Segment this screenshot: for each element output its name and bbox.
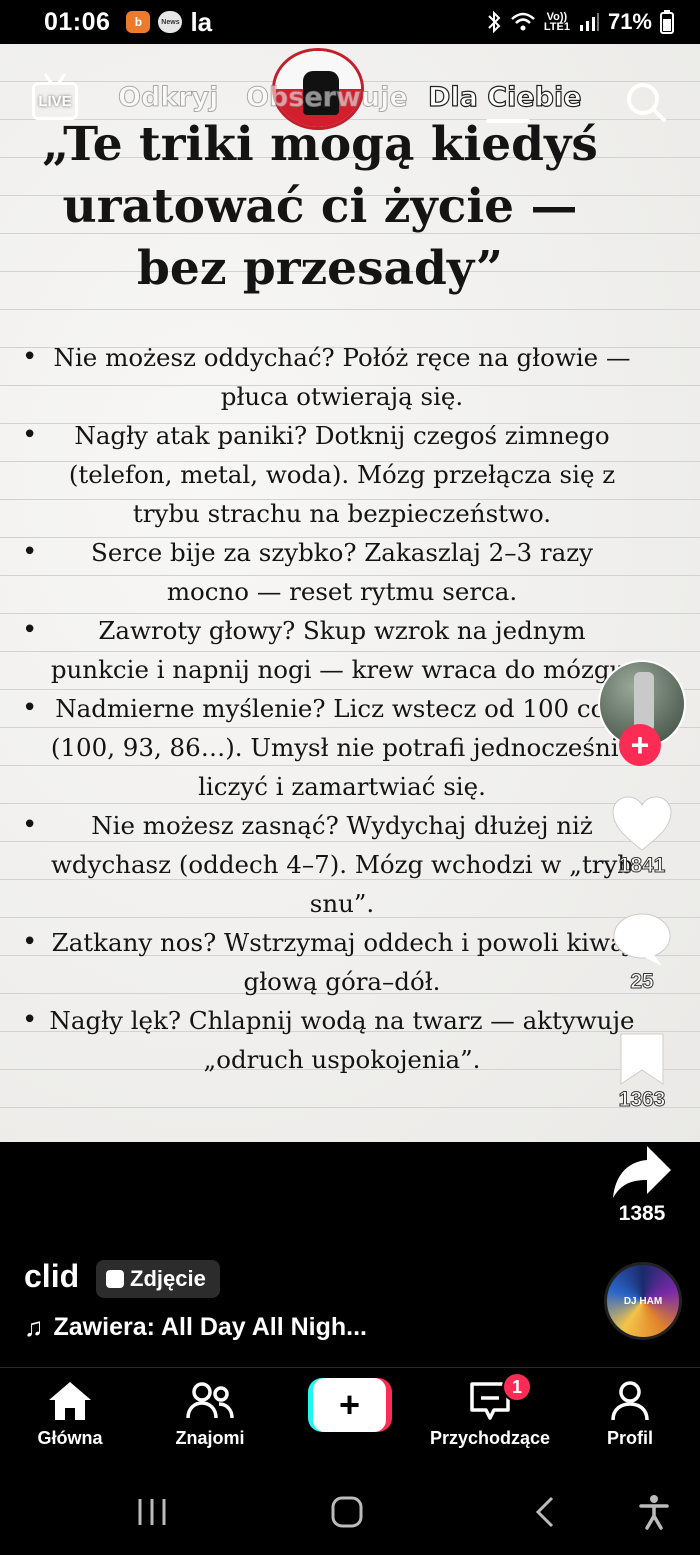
tip-item: Nagły lęk? Chlapnij wodą na twarz — akty…	[16, 1001, 636, 1079]
battery-percent: 71%	[607, 9, 652, 34]
tip-item: Nagły atak paniki? Dotknij czegoś zimneg…	[16, 416, 636, 533]
back-button[interactable]	[514, 1490, 574, 1534]
tip-item: Serce bije za szybko? Zakaszlaj 2–3 razy…	[16, 533, 636, 611]
photo-type-label: Zdjęcie	[130, 1266, 206, 1291]
save-button[interactable]: 1363	[596, 1032, 688, 1112]
tab-dla-ciebie[interactable]: Dla Ciebie	[427, 81, 582, 123]
profile-icon	[611, 1381, 649, 1421]
app-notification-icon: b	[126, 11, 151, 33]
feed-top-nav: LIVE Odkryj Obserwuje Dla Ciebie	[0, 78, 700, 124]
tip-item: Nie możesz zasnąć? Wydychaj dłużej niż w…	[16, 806, 636, 923]
tips-list: Nie możesz oddychać? Połóż ręce na głowi…	[16, 338, 636, 1079]
back-chevron-icon	[535, 1496, 554, 1528]
tip-item: Zawroty głowy? Skup wzrok na jednym punk…	[16, 611, 636, 689]
music-disc[interactable]: DJ HAM	[604, 1262, 682, 1340]
nav-profile-label: Profil	[606, 1428, 653, 1448]
search-icon[interactable]	[624, 80, 668, 124]
comment-icon	[613, 913, 671, 966]
recent-apps-icon	[138, 1499, 166, 1525]
share-count: 1385	[618, 1202, 666, 1225]
heart-icon	[612, 796, 672, 851]
system-status: Vo)) LTE1 71%	[486, 9, 674, 35]
music-disc-label: DJ HAM	[623, 1295, 663, 1307]
wifi-icon	[511, 12, 535, 31]
friends-icon	[186, 1382, 234, 1419]
signal-icon	[579, 13, 599, 31]
battery-icon	[660, 10, 674, 34]
tip-item: Nie możesz oddychać? Połóż ręce na głowi…	[16, 338, 636, 416]
clock: 01:06	[44, 7, 111, 36]
system-nav-bar	[0, 1468, 700, 1555]
share-button[interactable]: 1385	[596, 1144, 688, 1226]
tip-item: Nadmierne myślenie? Licz wstecz od 100 c…	[16, 689, 636, 806]
home-icon	[49, 1382, 91, 1420]
live-button[interactable]: LIVE	[32, 82, 78, 120]
follow-button[interactable]: +	[619, 724, 661, 766]
bottom-nav: Główna Znajomi + Przychodzące 1 Profil	[0, 1368, 700, 1468]
post-image[interactable]: „Te triki mogą kiedyś uratować ci życie …	[0, 44, 700, 1142]
save-count: 1363	[618, 1088, 666, 1112]
create-button[interactable]: +	[308, 1378, 392, 1432]
tip-item: Zatkany nos? Wstrzymaj oddech i powoli k…	[16, 923, 636, 1001]
news-notification-icon: News	[158, 11, 183, 33]
network-type: Vo)) LTE1	[543, 11, 570, 33]
nav-friends-label: Znajomi	[175, 1428, 245, 1448]
nav-inbox-label: Przychodzące	[429, 1428, 551, 1448]
post-headline: „Te triki mogą kiedyś uratować ci życie …	[42, 117, 598, 296]
plus-icon: +	[313, 1378, 386, 1432]
inbox-badge: 1	[502, 1372, 532, 1402]
status-bar: 01:06 b News la Vo)) LTE1 71%	[0, 0, 700, 44]
photo-icon	[106, 1270, 124, 1288]
recent-apps-button[interactable]	[122, 1490, 182, 1534]
nav-home-label: Główna	[37, 1428, 103, 1448]
home-square-icon	[331, 1496, 363, 1528]
nav-profile[interactable]: Profil	[560, 1380, 700, 1449]
like-button[interactable]: 1841	[596, 796, 688, 878]
share-arrow-icon	[613, 1146, 671, 1198]
home-system-button[interactable]	[317, 1490, 377, 1534]
nav-friends[interactable]: Znajomi	[140, 1380, 280, 1449]
music-note-icon: ♫	[24, 1312, 44, 1342]
bookmark-icon	[620, 1033, 664, 1085]
tab-obserwuje[interactable]: Obserwuje	[246, 82, 409, 114]
author-name[interactable]: clid	[24, 1258, 79, 1295]
music-title: Zawiera: All Day All Nigh...	[53, 1313, 368, 1341]
music-info[interactable]: ♫ Zawiera: All Day All Nigh...	[24, 1312, 367, 1343]
bluetooth-icon	[488, 10, 501, 34]
like-count: 1841	[618, 854, 666, 878]
la-notification-icon: la	[190, 6, 213, 37]
comment-button[interactable]: 25	[596, 912, 688, 994]
tab-odkryj[interactable]: Odkryj	[117, 82, 218, 114]
comment-count: 25	[630, 970, 654, 994]
notification-icons: b News la	[126, 6, 213, 37]
nav-inbox[interactable]: Przychodzące	[420, 1380, 560, 1449]
photo-type-badge[interactable]: Zdjęcie	[96, 1260, 220, 1298]
accessibility-button[interactable]	[624, 1490, 684, 1534]
accessibility-icon	[639, 1495, 669, 1530]
nav-home[interactable]: Główna	[0, 1380, 140, 1449]
